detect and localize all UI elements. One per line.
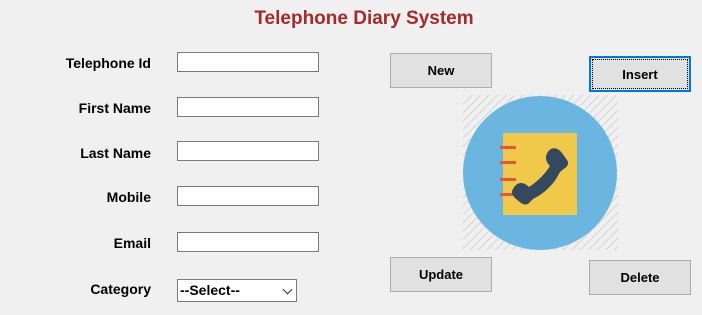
last-name-label: Last Name	[80, 145, 151, 161]
telephone-id-label: Telephone Id	[65, 55, 151, 71]
app-title: Telephone Diary System	[254, 8, 474, 29]
category-select[interactable]: --Select--	[177, 279, 297, 302]
mobile-field[interactable]	[177, 186, 319, 206]
new-button[interactable]: New	[390, 53, 492, 88]
email-field[interactable]	[177, 232, 319, 252]
phone-book-icon	[463, 95, 618, 250]
last-name-field[interactable]	[177, 141, 319, 161]
mobile-label: Mobile	[106, 189, 151, 205]
insert-button-label: Insert	[622, 66, 658, 82]
delete-button[interactable]: Delete	[589, 260, 691, 295]
chevron-down-icon	[282, 284, 293, 295]
insert-button[interactable]: Insert	[589, 56, 691, 92]
category-label: Category	[90, 281, 151, 297]
first-name-label: First Name	[78, 100, 151, 116]
first-name-field[interactable]	[177, 97, 319, 117]
email-label: Email	[113, 235, 151, 251]
category-selected-value: --Select--	[180, 282, 240, 298]
update-button[interactable]: Update	[390, 257, 492, 292]
telephone-id-field[interactable]	[177, 52, 319, 72]
